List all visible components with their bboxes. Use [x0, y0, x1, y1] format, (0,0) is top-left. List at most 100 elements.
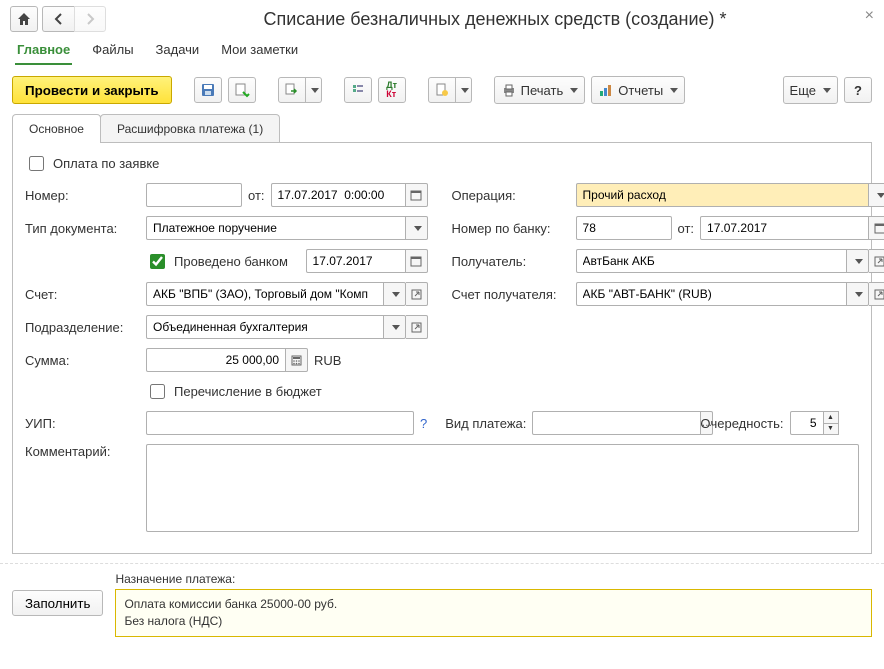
attach-button[interactable] — [428, 77, 472, 103]
forward-button[interactable] — [74, 6, 106, 32]
priority-input[interactable] — [790, 411, 824, 435]
dept-label: Подразделение: — [25, 320, 140, 335]
diskette-icon — [200, 82, 216, 98]
destination-text[interactable]: Оплата комиссии банка 25000-00 руб. Без … — [115, 589, 872, 637]
uip-help[interactable]: ? — [420, 416, 427, 431]
chevron-down-icon — [461, 88, 469, 93]
recaccount-dropdown[interactable] — [847, 282, 869, 306]
comment-textarea[interactable] — [146, 444, 859, 532]
destination-label: Назначение платежа: — [115, 572, 872, 586]
bank-done-date-input[interactable] — [306, 249, 406, 273]
chevron-down-icon — [855, 292, 863, 297]
spinner-down-icon: ▼ — [824, 424, 838, 435]
date1-input[interactable] — [271, 183, 406, 207]
printer-icon — [501, 82, 517, 98]
bank-done-label: Проведено банком — [174, 254, 288, 269]
budget-transfer-checkbox[interactable]: Перечисление в бюджет — [146, 381, 322, 402]
priority-spinner[interactable]: ▲▼ — [824, 411, 839, 435]
chevron-down-icon — [855, 259, 863, 264]
budget-transfer-label: Перечисление в бюджет — [174, 384, 322, 399]
reports-button[interactable]: Отчеты — [591, 76, 685, 104]
number-input[interactable] — [146, 183, 242, 207]
chevron-down-icon — [877, 193, 884, 198]
banknum-input[interactable] — [576, 216, 672, 240]
doctype-dropdown[interactable] — [406, 216, 428, 240]
sum-label: Сумма: — [25, 353, 140, 368]
doctype-select[interactable] — [146, 216, 406, 240]
from1-label: от: — [248, 188, 265, 203]
tab-main[interactable]: Главное — [15, 36, 72, 65]
recipient-open[interactable] — [869, 249, 884, 273]
pay-by-request-checkbox[interactable]: Оплата по заявке — [25, 153, 159, 174]
dept-input[interactable] — [146, 315, 384, 339]
account-input[interactable] — [146, 282, 384, 306]
date2-input[interactable] — [700, 216, 869, 240]
open-icon — [874, 256, 884, 267]
chevron-down-icon — [414, 226, 422, 231]
debit-credit-button[interactable]: ДтКт — [378, 77, 406, 103]
operation-label: Операция: — [452, 188, 570, 203]
uip-input[interactable] — [146, 411, 414, 435]
number-label: Номер: — [25, 188, 140, 203]
open-icon — [411, 322, 422, 333]
window-title: Списание безналичных денежных средств (с… — [116, 9, 874, 30]
comment-label: Комментарий: — [25, 444, 140, 459]
chevron-down-icon — [570, 88, 578, 93]
create-based-on-button[interactable] — [278, 77, 322, 103]
recipient-dropdown[interactable] — [847, 249, 869, 273]
account-open[interactable] — [406, 282, 428, 306]
tab-tasks[interactable]: Задачи — [154, 36, 202, 65]
sum-calculator[interactable] — [286, 348, 308, 372]
currency-label: RUB — [314, 353, 341, 368]
doctype-label: Тип документа: — [25, 221, 140, 236]
form-panel: Оплата по заявке Номер: от: Тип документ… — [12, 142, 872, 554]
bank-done-date-picker[interactable] — [406, 249, 428, 273]
structure-button[interactable] — [344, 77, 372, 103]
dt-kt-icon: ДтКт — [386, 81, 397, 99]
subtab-basic[interactable]: Основное — [12, 114, 101, 143]
list-icon — [350, 82, 366, 98]
open-icon — [874, 289, 884, 300]
reports-label: Отчеты — [618, 83, 663, 98]
recaccount-open[interactable] — [869, 282, 884, 306]
print-button[interactable]: Печать — [494, 76, 586, 104]
operation-select[interactable] — [576, 183, 870, 207]
date1-picker[interactable] — [406, 183, 428, 207]
sum-input[interactable] — [146, 348, 286, 372]
home-button[interactable] — [10, 6, 38, 32]
bank-done-checkbox[interactable]: Проведено банком — [146, 251, 288, 272]
tab-notes[interactable]: Мои заметки — [219, 36, 300, 65]
more-button[interactable]: Еще — [783, 76, 838, 104]
dept-dropdown[interactable] — [384, 315, 406, 339]
post-and-close-button[interactable]: Провести и закрыть — [12, 76, 172, 104]
arrow-left-icon — [51, 11, 67, 27]
chevron-down-icon — [392, 292, 400, 297]
post-button[interactable] — [228, 77, 256, 103]
arrow-right-icon — [82, 11, 98, 27]
clip-icon — [434, 82, 450, 98]
operation-dropdown[interactable] — [869, 183, 884, 207]
recaccount-input[interactable] — [576, 282, 848, 306]
dept-open[interactable] — [406, 315, 428, 339]
help-button[interactable]: ? — [844, 77, 872, 103]
fill-button[interactable]: Заполнить — [12, 590, 103, 616]
paytype-input[interactable] — [532, 411, 701, 435]
paytype-label: Вид платежа: — [445, 416, 526, 431]
calendar-icon — [874, 222, 884, 234]
chevron-down-icon — [670, 88, 678, 93]
recipient-input[interactable] — [576, 249, 848, 273]
close-button[interactable]: × — [865, 8, 874, 24]
chevron-down-icon — [823, 88, 831, 93]
print-label: Печать — [521, 83, 564, 98]
account-label: Счет: — [25, 287, 140, 302]
date2-picker[interactable] — [869, 216, 884, 240]
banknum-label: Номер по банку: — [452, 221, 570, 236]
save-button[interactable] — [194, 77, 222, 103]
back-button[interactable] — [42, 6, 74, 32]
subtab-decode[interactable]: Расшифровка платежа (1) — [100, 114, 280, 143]
recipient-label: Получатель: — [452, 254, 570, 269]
account-dropdown[interactable] — [384, 282, 406, 306]
pay-by-request-label: Оплата по заявке — [53, 156, 159, 171]
tab-files[interactable]: Файлы — [90, 36, 135, 65]
doc-arrow-icon — [284, 82, 300, 98]
